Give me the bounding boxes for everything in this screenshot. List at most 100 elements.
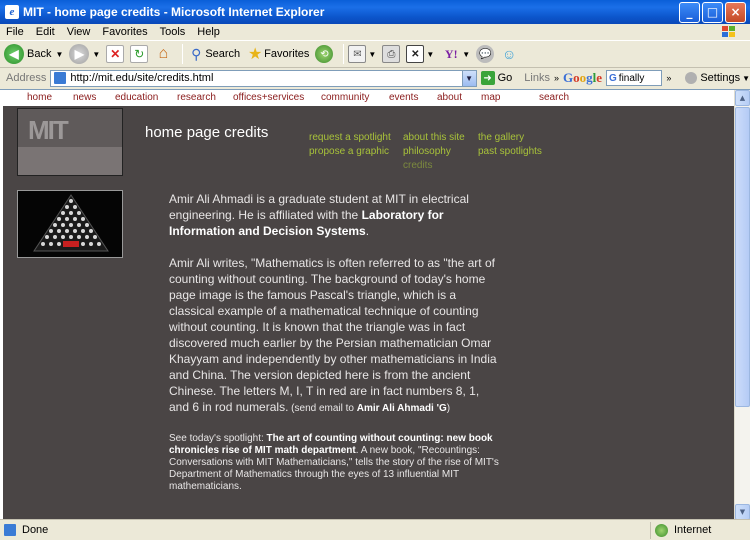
- nav-research[interactable]: research: [177, 92, 216, 103]
- window-title: MIT - home page credits - Microsoft Inte…: [23, 5, 325, 19]
- site-nav: home news education research offices+ser…: [3, 90, 734, 106]
- vertical-scrollbar[interactable]: ▲ ▼: [734, 90, 750, 519]
- print-icon: ⎙: [382, 45, 401, 63]
- title-bar: e MIT - home page credits - Microsoft In…: [0, 0, 750, 24]
- edit-button[interactable]: ✕ ▼: [406, 45, 434, 63]
- page-title: home page credits: [145, 124, 269, 141]
- stop-button[interactable]: ✕: [106, 45, 125, 63]
- scroll-down-icon[interactable]: ▼: [735, 504, 750, 519]
- google-g-icon: G: [609, 72, 617, 84]
- nav-about[interactable]: about: [437, 92, 462, 103]
- security-zone: Internet: [650, 521, 750, 539]
- web-page: home news education research offices+ser…: [3, 90, 734, 519]
- back-label: Back: [27, 48, 52, 60]
- nav-community[interactable]: community: [321, 92, 369, 103]
- search-button[interactable]: ⚲ Search: [187, 45, 240, 63]
- link-credits[interactable]: credits: [403, 159, 465, 173]
- menu-tools[interactable]: Tools: [160, 26, 186, 38]
- minimize-button[interactable]: _: [679, 1, 700, 23]
- nav-home[interactable]: home: [27, 92, 52, 103]
- nav-education[interactable]: education: [115, 92, 158, 103]
- email-note: (send email to Amir Ali Ahmadi 'G): [288, 403, 450, 414]
- yahoo-button[interactable]: Y! ▼: [440, 45, 470, 63]
- nav-events[interactable]: events: [389, 92, 418, 103]
- bio-end: .: [365, 224, 370, 238]
- scroll-thumb[interactable]: [735, 107, 750, 407]
- home-icon: ⌂: [158, 45, 169, 62]
- close-button[interactable]: ×: [725, 1, 746, 23]
- forward-button[interactable]: ▶ ▼: [69, 44, 100, 64]
- discuss-button[interactable]: 💬: [476, 45, 495, 63]
- address-bar: Address http://mit.edu/site/credits.html…: [0, 68, 750, 88]
- back-dropdown-icon[interactable]: ▼: [55, 50, 63, 59]
- home-button[interactable]: ⌂: [154, 45, 172, 63]
- yahoo-dropdown-icon[interactable]: ▼: [462, 50, 470, 59]
- link-about-site[interactable]: about this site: [403, 131, 465, 145]
- status-bar: Done Internet: [0, 519, 750, 540]
- settings-icon: [685, 72, 698, 84]
- google-search-input[interactable]: G finally: [606, 70, 663, 86]
- mit-logo[interactable]: MIT: [17, 108, 123, 176]
- menu-favorites[interactable]: Favorites: [102, 26, 147, 38]
- star-icon: ★: [248, 46, 263, 63]
- email-note-suffix: ): [446, 403, 451, 414]
- links-label[interactable]: Links: [524, 72, 550, 84]
- back-arrow-icon: ◀: [4, 44, 24, 64]
- favorites-label: Favorites: [264, 48, 310, 60]
- link-philosophy[interactable]: philosophy: [403, 145, 465, 159]
- favorites-button[interactable]: ★ Favorites: [246, 45, 309, 63]
- links-chevron-icon[interactable]: »: [554, 73, 559, 83]
- link-propose-graphic[interactable]: propose a graphic: [309, 145, 391, 159]
- forward-dropdown-icon[interactable]: ▼: [92, 50, 100, 59]
- address-url[interactable]: http://mit.edu/site/credits.html: [70, 72, 461, 84]
- nav-map[interactable]: map: [481, 92, 500, 103]
- menu-view[interactable]: View: [67, 26, 91, 38]
- nav-news[interactable]: news: [73, 92, 96, 103]
- spotlight-prefix: See today's spotlight:: [169, 433, 267, 444]
- settings-button[interactable]: Settings ▼: [685, 72, 750, 84]
- pascal-triangle-image[interactable]: [17, 190, 123, 258]
- nav-search[interactable]: search: [539, 92, 569, 103]
- internet-zone-icon: [655, 523, 668, 537]
- email-link[interactable]: Amir Ali Ahmadi 'G: [357, 403, 447, 414]
- link-request-spotlight[interactable]: request a spotlight: [309, 131, 391, 145]
- settings-dropdown-icon: ▼: [742, 73, 750, 83]
- go-button[interactable]: ➜ Go: [480, 71, 512, 85]
- forward-arrow-icon: ▶: [69, 44, 90, 64]
- logo-bar: [18, 147, 122, 175]
- refresh-button[interactable]: ↻: [130, 45, 149, 63]
- history-icon: ⟲: [315, 45, 334, 63]
- toolbar-separator: [182, 44, 184, 64]
- edit-dropdown-icon[interactable]: ▼: [426, 50, 434, 59]
- menu-bar: File Edit View Favorites Tools Help: [0, 24, 750, 40]
- paragraph-quote: Amir Ali writes, "Mathematics is often r…: [169, 255, 499, 417]
- page-done-icon: [4, 524, 16, 536]
- windows-flag-icon: [722, 26, 735, 37]
- stop-icon: ✕: [106, 45, 125, 63]
- nav-offices-services[interactable]: offices+services: [233, 92, 304, 103]
- scroll-up-icon[interactable]: ▲: [735, 90, 750, 106]
- mail-button[interactable]: ✉ ▼: [348, 45, 376, 63]
- mail-dropdown-icon[interactable]: ▼: [368, 50, 376, 59]
- print-button[interactable]: ⎙: [382, 45, 401, 63]
- link-past-spotlights[interactable]: past spotlights: [478, 145, 542, 159]
- menu-file[interactable]: File: [6, 26, 24, 38]
- messenger-button[interactable]: ☺: [500, 45, 518, 63]
- menu-help[interactable]: Help: [197, 26, 220, 38]
- address-dropdown-icon[interactable]: ▼: [461, 70, 476, 86]
- credits-content: Amir Ali Ahmadi is a graduate student at…: [169, 191, 499, 493]
- address-input[interactable]: http://mit.edu/site/credits.html ▼: [50, 69, 477, 87]
- refresh-icon: ↻: [130, 45, 149, 63]
- menu-edit[interactable]: Edit: [36, 26, 55, 38]
- status-text: Done: [22, 524, 49, 536]
- history-button[interactable]: ⟲: [315, 45, 334, 63]
- link-gallery[interactable]: the gallery: [478, 131, 542, 145]
- links-column-2: about this site philosophy credits: [403, 131, 465, 173]
- discuss-icon: 💬: [476, 45, 495, 63]
- toolbar-separator: [343, 44, 345, 64]
- back-button[interactable]: ◀ Back ▼: [4, 44, 63, 64]
- messenger-icon: ☺: [502, 46, 517, 62]
- google-chevron-icon[interactable]: »: [666, 73, 671, 83]
- maximize-button[interactable]: □: [702, 1, 723, 23]
